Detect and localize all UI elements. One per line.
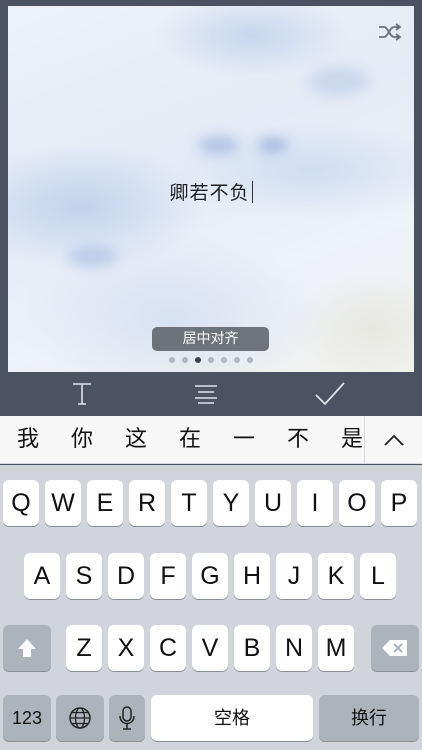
key-y[interactable]: Y xyxy=(213,480,249,526)
align-button[interactable] xyxy=(186,378,226,410)
page-dot[interactable] xyxy=(247,357,253,363)
page-dot[interactable] xyxy=(234,357,240,363)
page-dot-active[interactable] xyxy=(195,357,201,363)
numbers-key[interactable]: 123 xyxy=(3,695,51,741)
page-dot[interactable] xyxy=(221,357,227,363)
key-a[interactable]: A xyxy=(24,553,60,599)
checkmark-icon xyxy=(315,382,345,406)
key-f[interactable]: F xyxy=(150,553,186,599)
text-style-button[interactable] xyxy=(62,378,102,410)
candidate-word[interactable]: 一 xyxy=(222,416,266,464)
alignment-toast: 居中对齐 xyxy=(152,327,269,351)
delete-icon xyxy=(382,640,407,656)
key-b[interactable]: B xyxy=(234,625,270,671)
keyboard: Q W E R T Y U I O P A S D F G H J K L Z … xyxy=(0,465,422,750)
key-p[interactable]: P xyxy=(381,480,417,526)
page-dot[interactable] xyxy=(169,357,175,363)
candidate-word[interactable]: 我 xyxy=(6,416,50,464)
key-c[interactable]: C xyxy=(150,625,186,671)
chevron-up-icon xyxy=(383,434,404,446)
key-v[interactable]: V xyxy=(192,625,228,671)
background-card[interactable]: 卿若不负 居中对齐 xyxy=(8,6,414,372)
watercolor-stain xyxy=(308,66,368,96)
card-text: 卿若不负 xyxy=(169,182,250,204)
key-h[interactable]: H xyxy=(234,553,270,599)
candidate-word[interactable]: 这 xyxy=(114,416,158,464)
done-button[interactable] xyxy=(310,378,350,410)
key-u[interactable]: U xyxy=(255,480,291,526)
watercolor-stain xyxy=(68,246,118,268)
key-w[interactable]: W xyxy=(45,480,81,526)
text-format-icon xyxy=(73,383,91,405)
key-x[interactable]: X xyxy=(108,625,144,671)
key-j[interactable]: J xyxy=(276,553,312,599)
shift-icon xyxy=(18,639,36,657)
microphone-icon xyxy=(119,706,135,730)
key-m[interactable]: M xyxy=(318,625,354,671)
shuffle-button[interactable] xyxy=(378,22,402,42)
key-d[interactable]: D xyxy=(108,553,144,599)
candidate-bar: 我 你 这 在 一 不 是 xyxy=(0,416,422,464)
key-r[interactable]: R xyxy=(129,480,165,526)
align-center-icon xyxy=(195,385,217,404)
watercolor-stain xyxy=(198,136,238,154)
editor-stage: 卿若不负 居中对齐 xyxy=(0,0,422,372)
shift-key[interactable] xyxy=(3,625,51,671)
editor-toolbar xyxy=(0,372,422,416)
text-caret xyxy=(251,181,253,203)
key-t[interactable]: T xyxy=(171,480,207,526)
candidate-word[interactable]: 不 xyxy=(276,416,320,464)
key-z[interactable]: Z xyxy=(66,625,102,671)
microphone-key[interactable] xyxy=(109,695,145,741)
delete-key[interactable] xyxy=(371,625,419,671)
key-e[interactable]: E xyxy=(87,480,123,526)
page-dot[interactable] xyxy=(208,357,214,363)
expand-candidates-button[interactable] xyxy=(364,416,422,464)
globe-key[interactable] xyxy=(56,695,104,741)
globe-icon xyxy=(69,707,91,729)
key-q[interactable]: Q xyxy=(3,480,39,526)
page-indicator[interactable] xyxy=(8,357,414,363)
watercolor-stain xyxy=(258,138,288,152)
page-dot[interactable] xyxy=(182,357,188,363)
key-i[interactable]: I xyxy=(297,480,333,526)
candidate-word[interactable]: 在 xyxy=(168,416,212,464)
key-s[interactable]: S xyxy=(66,553,102,599)
shuffle-icon xyxy=(379,23,402,41)
key-l[interactable]: L xyxy=(360,553,396,599)
key-n[interactable]: N xyxy=(276,625,312,671)
key-o[interactable]: O xyxy=(339,480,375,526)
space-key[interactable]: 空格 xyxy=(151,695,313,741)
return-key[interactable]: 换行 xyxy=(319,695,419,741)
candidate-word[interactable]: 你 xyxy=(60,416,104,464)
key-k[interactable]: K xyxy=(318,553,354,599)
card-text-input[interactable]: 卿若不负 xyxy=(8,178,414,205)
key-g[interactable]: G xyxy=(192,553,228,599)
